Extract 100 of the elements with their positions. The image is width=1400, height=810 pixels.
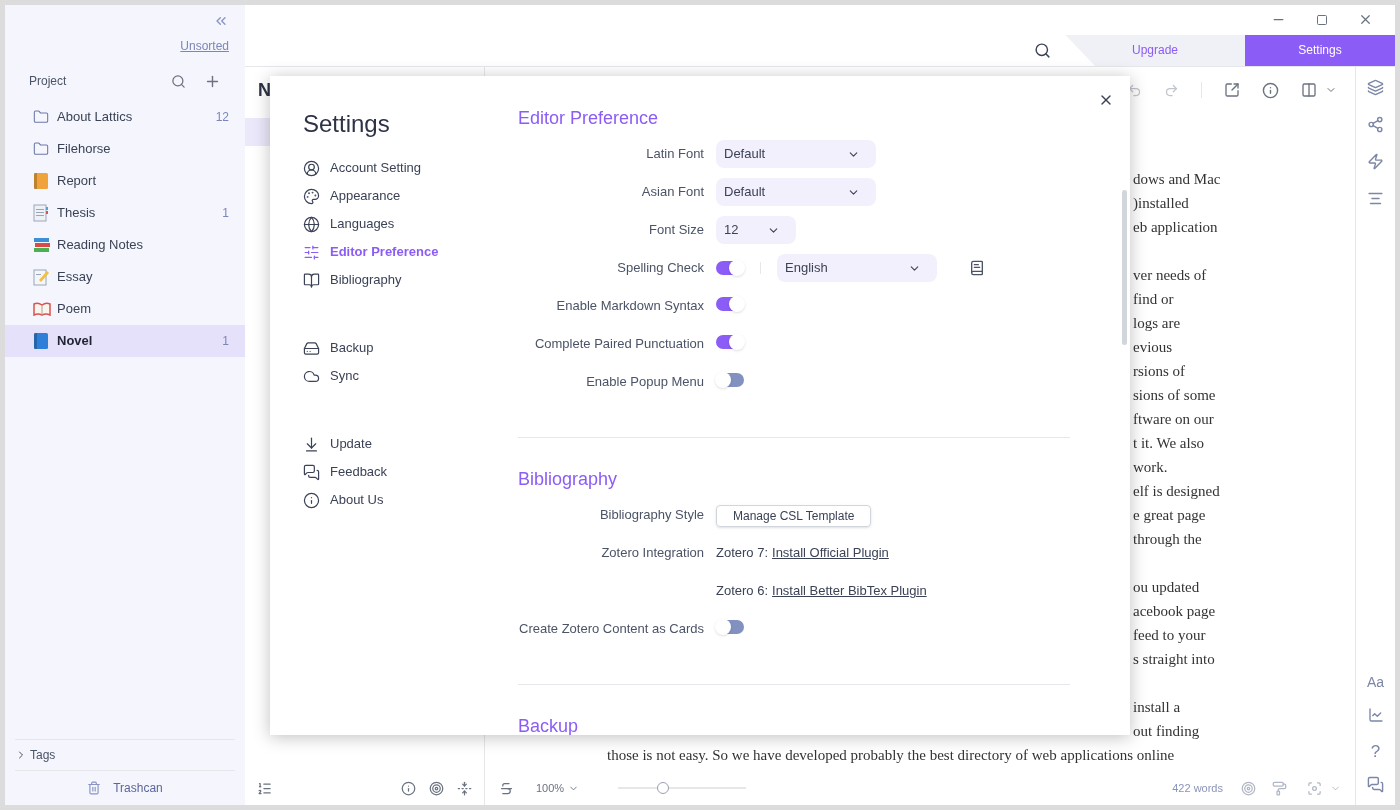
project-item[interactable]: Filehorse (5, 133, 245, 165)
zoom-dropdown[interactable]: 100% (536, 779, 580, 797)
top-tab[interactable]: Settings (1245, 34, 1395, 66)
maximize-icon[interactable] (1316, 13, 1328, 26)
section-heading: Bibliography (518, 468, 618, 490)
dictionary-icon[interactable] (969, 260, 985, 276)
settings-nav-item[interactable]: Backup (303, 334, 374, 362)
project-item[interactable]: Novel 1 (5, 325, 245, 357)
toggle-switch[interactable] (716, 373, 744, 387)
document-text: through the (1133, 530, 1202, 549)
trash-label[interactable]: Trashcan (113, 779, 163, 797)
section-title: Project (29, 73, 68, 90)
project-item[interactable]: Essay (5, 261, 245, 293)
setting-label: Asian Font (641, 184, 704, 200)
settings-nav-item[interactable]: Bibliography (303, 266, 402, 294)
dropdown-select[interactable]: English (777, 254, 937, 282)
undo-icon[interactable] (1127, 82, 1142, 98)
document-text: logs are (1133, 314, 1181, 333)
focus-icon[interactable] (1307, 780, 1322, 796)
dropdown-select[interactable]: Default (716, 140, 876, 168)
top-tab[interactable]: Upgrade (1065, 34, 1245, 66)
toggle-switch[interactable] (716, 335, 744, 349)
document-text: )installed (1133, 194, 1189, 213)
setting-label: Create Zotero Content as Cards (519, 621, 704, 637)
chat-icon[interactable] (1367, 776, 1384, 793)
settings-nav-item[interactable]: Sync (303, 362, 359, 390)
align-icon[interactable] (1367, 190, 1384, 207)
section-heading: Editor Preference (518, 107, 659, 129)
toggle-switch[interactable] (716, 620, 744, 634)
target-icon[interactable] (1241, 780, 1256, 796)
folder-icon (33, 141, 49, 157)
document-text: install a (1133, 698, 1181, 717)
font-button[interactable]: Aa (1366, 671, 1385, 693)
fold-icon[interactable] (457, 780, 472, 796)
account-icon (303, 159, 320, 177)
info-icon[interactable] (401, 780, 416, 796)
outline-icon[interactable] (257, 780, 272, 796)
document-text: rsions of (1133, 362, 1186, 381)
document-text: acebook page (1133, 602, 1216, 621)
document-text: ou updated (1133, 578, 1200, 597)
dropdown-select[interactable]: 12 (716, 216, 796, 244)
search-icon[interactable] (1034, 41, 1051, 59)
zotero-version: Zotero 7: (716, 544, 769, 563)
info-icon[interactable] (1262, 81, 1279, 99)
setting-label: Enable Markdown Syntax (556, 298, 704, 314)
chart-icon[interactable] (1367, 706, 1384, 723)
books-icon (33, 237, 51, 253)
paint-roller-icon[interactable] (1272, 780, 1287, 796)
strikethrough-icon[interactable] (499, 780, 514, 796)
setting-label: Latin Font (646, 146, 704, 162)
document-text: ftware on our (1133, 410, 1214, 429)
toggle-switch[interactable] (716, 297, 744, 311)
toggle-switch[interactable] (716, 261, 744, 275)
install-plugin-link[interactable]: Install Better BibTex Plugin (772, 581, 927, 601)
setting-label: Spelling Check (617, 260, 704, 276)
project-item[interactable]: Report (5, 165, 245, 197)
setting-label: Zotero Integration (601, 545, 704, 561)
project-item[interactable]: Reading Notes (5, 229, 245, 261)
settings-nav-item[interactable]: Editor Preference (303, 238, 439, 266)
project-item[interactable]: Poem (5, 293, 245, 325)
dialog-title: Settings (303, 109, 390, 139)
manage-template-button[interactable]: Manage CSL Template (716, 505, 872, 527)
palette-icon (303, 187, 320, 205)
settings-nav-item[interactable]: Update (303, 430, 372, 458)
info-icon (303, 491, 320, 509)
settings-nav-item[interactable]: About Us (303, 486, 384, 514)
tags-label[interactable]: Tags (30, 746, 56, 764)
document-text: those is not easy. So we have developed probably the best directory of web applications online (607, 746, 1175, 765)
download-icon (303, 435, 320, 453)
lightning-icon[interactable] (1367, 153, 1384, 170)
search-icon[interactable] (171, 73, 186, 89)
document-text: s straight into (1133, 650, 1215, 669)
sliders-icon (303, 243, 320, 261)
dropdown-select[interactable]: Default (716, 178, 876, 206)
project-item[interactable]: Thesis 1 (5, 197, 245, 229)
setting-label: Complete Paired Punctuation (534, 336, 704, 352)
settings-nav-item[interactable]: Account Setting (303, 154, 422, 182)
document-text: dows and Mac (1133, 170, 1221, 189)
zotero-version: Zotero 6: (716, 582, 769, 601)
target-icon[interactable] (429, 780, 444, 796)
document-text: out finding (1133, 722, 1200, 741)
settings-nav-item[interactable]: Appearance (303, 182, 401, 210)
setting-label: Bibliography Style (599, 507, 704, 523)
trash-icon[interactable] (87, 781, 102, 795)
install-plugin-link[interactable]: Install Official Plugin (772, 543, 889, 563)
help-button[interactable]: ? (1370, 738, 1381, 764)
export-icon[interactable] (1224, 82, 1240, 98)
settings-nav-item[interactable]: Feedback (303, 458, 388, 486)
share-nodes-icon[interactable] (1367, 116, 1384, 133)
open-book-icon (33, 302, 51, 316)
settings-nav-item[interactable]: Languages (303, 210, 395, 238)
layers-icon[interactable] (1367, 79, 1384, 96)
setting-label: Enable Popup Menu (586, 374, 704, 390)
document-text: eb application (1133, 218, 1218, 237)
split-view-icon[interactable] (1301, 82, 1317, 98)
scrollbar[interactable] (1122, 190, 1127, 345)
document-text: ver needs of (1133, 266, 1207, 285)
drive-icon (303, 339, 320, 357)
chat-icon (303, 463, 320, 481)
project-item[interactable]: About Lattics 12 (5, 101, 245, 133)
